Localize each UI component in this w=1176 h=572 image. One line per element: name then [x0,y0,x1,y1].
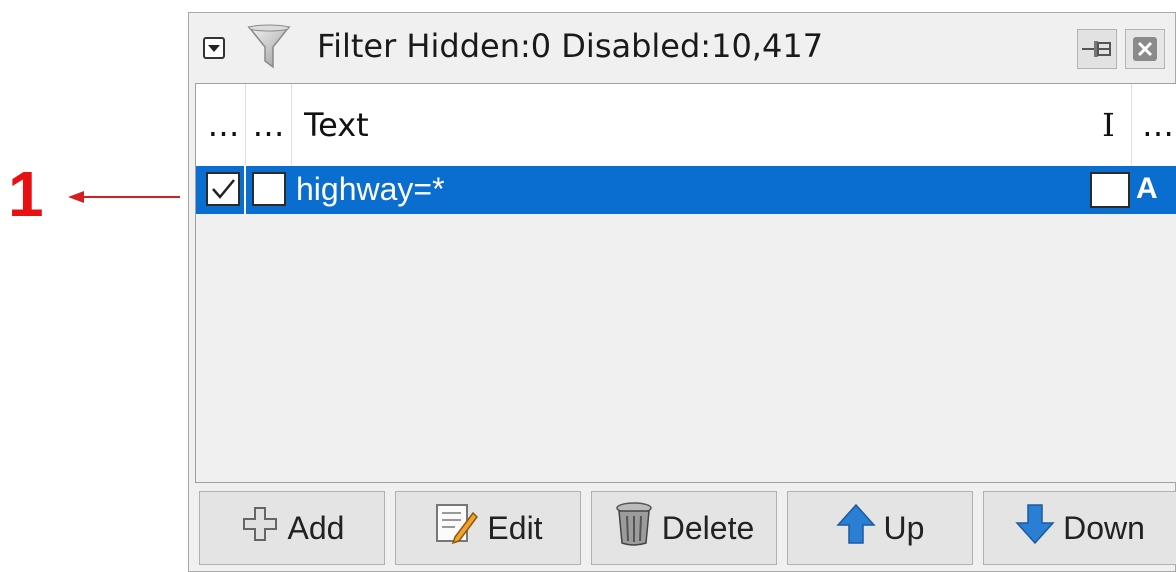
trash-icon [614,501,654,555]
plus-icon [240,504,280,552]
panel-title: Filter Hidden:0 Disabled:10,417 [317,27,824,65]
delete-button[interactable]: Delete [591,491,777,565]
filter-panel: Filter Hidden:0 Disabled:10,417 … … Text… [188,12,1176,572]
funnel-icon [247,24,291,69]
table-header: … … Text I … [196,84,1176,166]
edit-pencil-icon [433,501,479,555]
down-button[interactable]: Down [983,491,1176,565]
column-header-text[interactable]: Text [304,84,1084,166]
edit-button[interactable]: Edit [395,491,581,565]
filter-table: … … Text I … highway=* A [195,83,1176,483]
down-button-label: Down [1063,509,1145,546]
annotation-arrowhead-1 [68,191,84,203]
arrow-down-icon [1015,503,1055,553]
checkmark-icon [212,179,235,199]
close-icon[interactable] [1125,29,1165,69]
annotation-arrow-1 [82,196,180,198]
table-row[interactable]: highway=* A [196,166,1176,214]
column-header-inverted[interactable]: I [1086,84,1132,166]
delete-button-label: Delete [661,509,755,546]
add-button[interactable]: Add [199,491,385,565]
filter-text-cell[interactable]: highway=* [296,166,445,214]
row-divider [244,166,246,214]
button-bar: Add Edit Delete Up Down [199,491,1176,567]
column-header-mode[interactable]: … [1138,84,1176,166]
enabled-checkbox[interactable] [206,172,240,206]
up-button[interactable]: Up [787,491,973,565]
pin-icon[interactable] [1077,29,1117,69]
edit-button-label: Edit [487,509,543,546]
hiding-checkbox[interactable] [252,172,286,206]
add-button-label: Add [287,509,345,546]
column-header-hiding[interactable]: … [246,84,292,166]
column-header-enabled[interactable]: … [202,84,246,166]
panel-titlebar: Filter Hidden:0 Disabled:10,417 [189,13,1175,81]
inverted-checkbox[interactable] [1090,172,1130,208]
arrow-up-icon [835,503,876,553]
annotation-1: 1 [8,158,44,230]
up-button-label: Up [883,509,925,546]
collapse-dropdown-icon[interactable] [203,37,225,59]
mode-cell[interactable]: A [1136,166,1158,214]
